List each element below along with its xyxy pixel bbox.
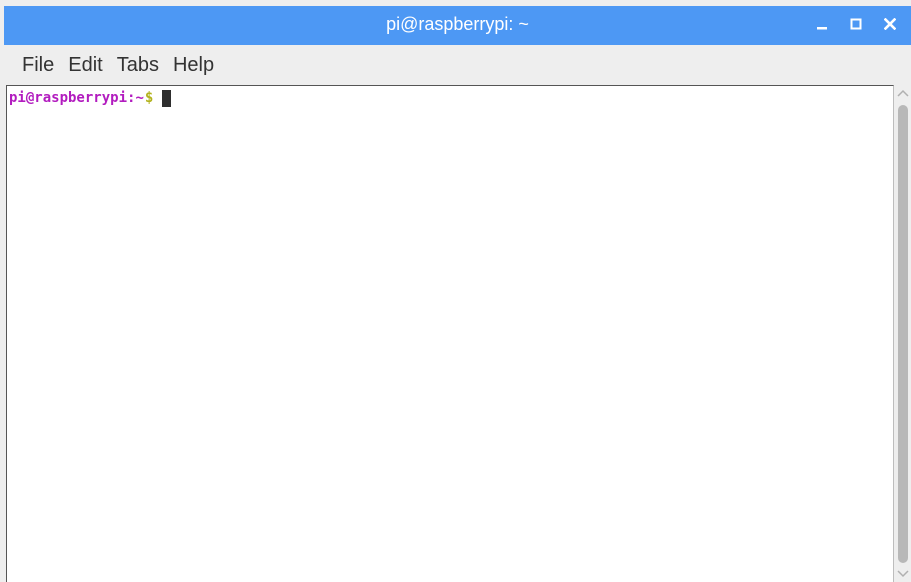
terminal-window: pi@raspberrypi: ~ File Edit Tabs Help pi…	[0, 0, 911, 582]
terminal-area[interactable]: pi@raspberrypi: ~ $	[6, 85, 894, 582]
menu-bar: File Edit Tabs Help	[4, 45, 911, 85]
chevron-up-icon	[896, 89, 909, 97]
close-button[interactable]	[881, 13, 899, 35]
minimize-icon	[817, 27, 827, 30]
maximize-icon	[850, 18, 862, 30]
maximize-button[interactable]	[847, 13, 865, 35]
title-bar[interactable]: pi@raspberrypi: ~	[4, 6, 911, 45]
minimize-button[interactable]	[813, 13, 831, 35]
prompt-sign: $	[144, 90, 154, 106]
scroll-up-button[interactable]	[894, 85, 911, 101]
menu-tabs[interactable]: Tabs	[111, 50, 165, 81]
window-title: pi@raspberrypi: ~	[386, 14, 529, 34]
menu-edit[interactable]: Edit	[62, 50, 108, 81]
prompt-path: ~	[135, 90, 144, 106]
close-icon	[884, 18, 896, 30]
window-controls	[813, 13, 899, 35]
menu-help[interactable]: Help	[167, 50, 220, 81]
prompt-separator: :	[127, 90, 136, 106]
menu-file[interactable]: File	[16, 50, 60, 81]
text-cursor	[162, 89, 172, 107]
prompt-user-host: pi@raspberrypi	[9, 90, 128, 106]
scroll-down-button[interactable]	[894, 566, 911, 582]
scroll-thumb[interactable]	[898, 105, 908, 563]
prompt-line: pi@raspberrypi: ~ $	[9, 89, 891, 107]
chevron-down-icon	[896, 570, 909, 578]
vertical-scrollbar[interactable]	[894, 85, 911, 582]
